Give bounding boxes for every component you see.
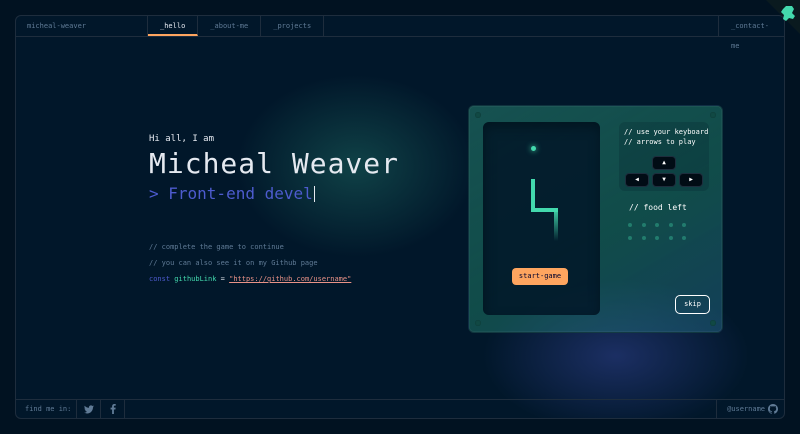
top-nav: micheal-weaver _hello _about-me _project… [16,16,784,50]
github-link[interactable]: "https://github.com/username" [229,275,351,283]
code-comments: // complete the game to continue // you … [149,243,351,283]
twitter-icon [83,404,94,413]
tab-about-me[interactable]: _about-me [198,16,262,36]
start-game-button[interactable]: start-game [512,268,568,285]
github-icon [768,404,778,414]
comment-line-1: // complete the game to continue [149,243,284,251]
arrow-left-key[interactable]: ◀ [625,173,649,187]
tab-projects[interactable]: _projects [261,16,325,36]
snake-tail [554,208,558,241]
food-left-dot [655,223,659,227]
role-line: > Front-end devel [149,184,399,203]
tab-hello[interactable]: _hello [148,16,199,36]
food-left-dot [668,223,673,227]
food-left-dot [641,223,646,227]
app-frame: micheal-weaver _hello _about-me _project… [15,15,785,419]
food-left-label: // food left [629,203,687,212]
food-left-dot [682,236,686,240]
code-keyword: const [149,275,171,283]
hero-section: Hi all, I am Micheal Weaver > Front-end … [149,134,399,203]
food-left-dot [655,236,659,240]
code-line: const githubLink = "https://github.com/u… [149,275,351,283]
food-left-dot [628,236,632,240]
comment-line-2: // you can also see it on my Github page [149,259,318,267]
bolt-icon [710,112,716,118]
bolt-icon [710,320,716,326]
text-cursor [313,185,316,202]
instructions-line-2: // arrows to play [624,138,696,146]
keyboard-controls: // use your keyboard // arrows to play ▲… [619,122,709,191]
code-equals: = [220,275,225,283]
github-username: @username [727,405,765,413]
food-left-dot [628,223,632,227]
food-left-dot [668,236,673,240]
food-left-dot [641,236,646,240]
find-me-label: find me in: [16,400,77,418]
github-profile-link[interactable]: @username [716,400,784,418]
controls-instructions: // use your keyboard // arrows to play [624,127,708,147]
footer-spacer [125,400,716,418]
arrow-right-key[interactable]: ▶ [679,173,703,187]
snake-game-card: start-game // use your keyboard // arrow… [468,105,723,333]
bolt-icon [475,112,481,118]
twitter-link[interactable] [77,400,101,418]
code-variable: githubLink [174,275,217,283]
arrow-down-key[interactable]: ▼ [652,173,676,187]
page-title: Micheal Weaver [149,147,400,180]
footer: find me in: @username [16,399,784,418]
greeting-text: Hi all, I am [149,134,215,144]
arrow-up-key[interactable]: ▲ [652,156,676,170]
facebook-link[interactable] [101,400,125,418]
role-text: > Front-end devel [149,184,313,203]
skip-button[interactable]: skip [675,295,710,314]
food-pellet [531,146,536,151]
food-left-dot [682,223,686,227]
brand-name[interactable]: micheal-weaver [16,16,148,36]
bolt-icon [475,320,481,326]
instructions-line-1: // use your keyboard [624,128,709,136]
corner-badge-icon[interactable] [766,0,800,34]
facebook-icon [110,404,116,414]
game-screen[interactable]: start-game [483,122,600,315]
